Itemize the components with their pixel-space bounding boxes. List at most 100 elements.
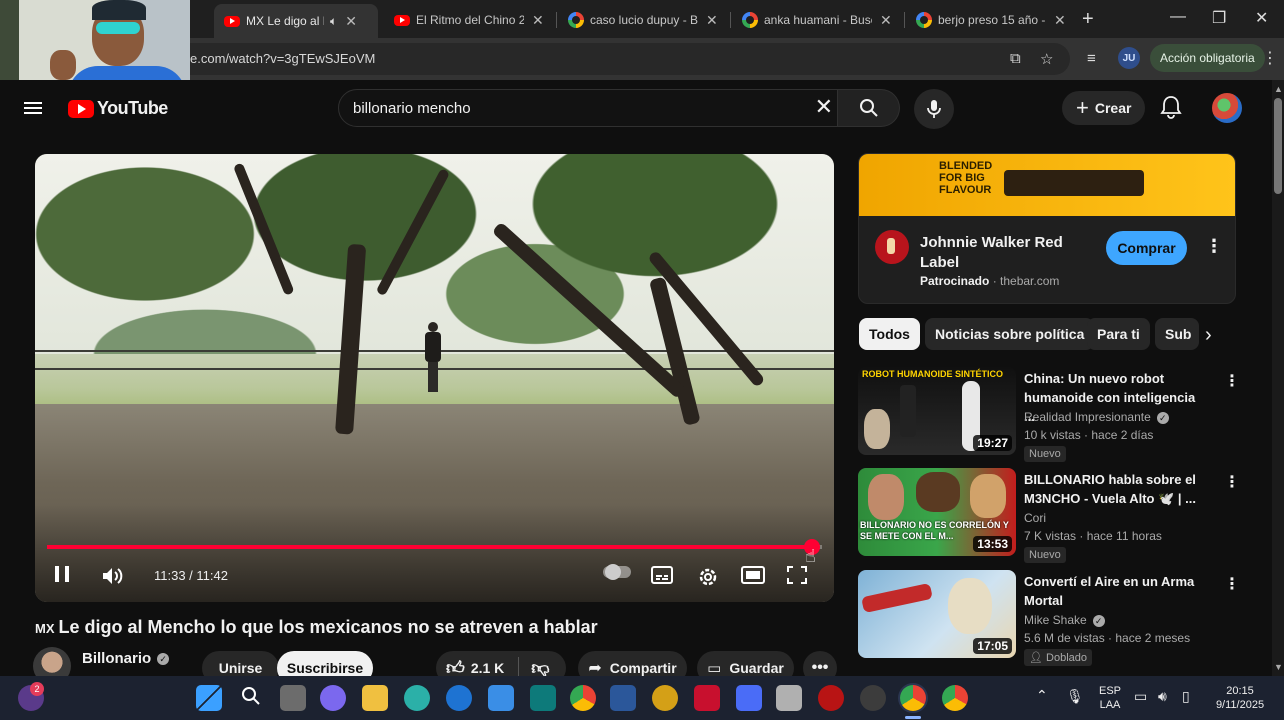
- chip-for-you[interactable]: Para ti: [1087, 318, 1150, 350]
- browser-tab[interactable]: caso lucio dupuy - Bu ✕: [558, 6, 728, 34]
- volume-tray-icon[interactable]: 🔊︎: [1158, 689, 1167, 703]
- video-more-icon[interactable]: ⋮: [1224, 371, 1240, 391]
- chat-app-icon[interactable]: [404, 685, 430, 711]
- scroll-up-icon[interactable]: ▲: [1274, 84, 1283, 94]
- microphone-tray-icon[interactable]: 🎙︎: [1066, 689, 1084, 703]
- create-button[interactable]: + Crear: [1062, 91, 1146, 125]
- hp-icon[interactable]: [446, 685, 472, 711]
- browser-menu-icon[interactable]: ⋮: [1262, 48, 1278, 68]
- search-box[interactable]: billonario mencho ✕: [338, 89, 838, 127]
- fullscreen-button[interactable]: [787, 566, 807, 584]
- related-video[interactable]: BILLONARIO NO ES CORRELÓN Y SE METE CON …: [858, 468, 1240, 563]
- settings-button[interactable]: [697, 566, 719, 588]
- page-scrollbar[interactable]: ▲ ▼: [1272, 80, 1284, 676]
- voice-search-button[interactable]: [914, 89, 954, 129]
- ad-title[interactable]: Johnnie Walker Red Label: [920, 233, 1090, 273]
- language-indicator[interactable]: ESP LAA: [1096, 684, 1124, 712]
- app-icon[interactable]: [818, 685, 844, 711]
- install-app-icon[interactable]: ⧉: [1010, 50, 1021, 67]
- upload-age: hace 2 días: [1091, 428, 1154, 442]
- user-avatar[interactable]: [1212, 93, 1242, 123]
- url-text[interactable]: e.com/watch?v=3gTEwSJEoVM: [190, 51, 375, 66]
- file-explorer-icon[interactable]: [362, 685, 388, 711]
- app-icon[interactable]: [736, 685, 762, 711]
- chip-subscriptions[interactable]: Sub: [1155, 318, 1199, 350]
- windows-start-icon[interactable]: [196, 685, 222, 711]
- video-thumbnail[interactable]: BILLONARIO NO ES CORRELÓN Y SE METE CON …: [858, 468, 1016, 556]
- ad-cta-button[interactable]: Comprar: [1106, 231, 1187, 265]
- profile-avatar[interactable]: JU: [1118, 47, 1140, 69]
- scrollbar-thumb[interactable]: [1274, 98, 1282, 194]
- browser-tab-active[interactable]: MX Le digo al Me 🔈︎ ✕: [214, 4, 378, 38]
- channel-name[interactable]: Billonario ✓: [82, 650, 170, 667]
- related-video[interactable]: ROBOT HUMANOIDE SINTÉTICO 19:27 China: U…: [858, 367, 1240, 462]
- app-icon[interactable]: [860, 685, 886, 711]
- store-icon[interactable]: [488, 685, 514, 711]
- pause-button[interactable]: [55, 566, 69, 582]
- bookmark-star-icon[interactable]: ☆: [1040, 50, 1053, 68]
- browser-tab[interactable]: berjo preso 15 año - ✕: [906, 6, 1076, 34]
- media-control-icon[interactable]: ≡: [1087, 50, 1096, 67]
- scroll-down-icon[interactable]: ▼: [1274, 662, 1283, 672]
- new-tab-icon[interactable]: +: [1082, 8, 1094, 31]
- close-window-icon[interactable]: ✕: [1255, 8, 1268, 28]
- app-icon[interactable]: [530, 685, 556, 711]
- video-thumbnail[interactable]: ROBOT HUMANOIDE SINTÉTICO 19:27: [858, 367, 1016, 455]
- chrome-icon[interactable]: [570, 685, 596, 711]
- status-badge: Nuevo: [1024, 547, 1066, 563]
- chrome-active-icon[interactable]: [900, 685, 926, 711]
- clock[interactable]: 20:15 9/11/2025: [1210, 684, 1270, 712]
- like-count[interactable]: 2.1 K: [471, 660, 504, 676]
- teams-icon[interactable]: [320, 685, 346, 711]
- sponsored-ad-card[interactable]: BLENDED FOR BIG FLAVOUR Johnnie Walker R…: [858, 153, 1236, 304]
- related-video-channel[interactable]: Mike Shake ✓: [1024, 613, 1105, 627]
- chevron-right-icon[interactable]: ›: [1205, 324, 1212, 347]
- battery-icon[interactable]: ▯: [1182, 689, 1190, 703]
- action-required-button[interactable]: Acción obligatoria: [1150, 44, 1265, 72]
- task-view-icon[interactable]: [280, 685, 306, 711]
- speaker-icon[interactable]: 🔈︎: [330, 14, 337, 29]
- search-button[interactable]: [838, 89, 900, 127]
- close-tab-icon[interactable]: ✕: [532, 12, 544, 29]
- ad-banner-image[interactable]: BLENDED FOR BIG FLAVOUR: [859, 154, 1235, 216]
- maximize-icon[interactable]: ❐: [1212, 8, 1226, 28]
- video-duration: 17:05: [973, 638, 1012, 654]
- search-input[interactable]: billonario mencho: [353, 100, 471, 117]
- related-video-title[interactable]: BILLONARIO habla sobre el M3NCHO - Vuela…: [1024, 470, 1208, 508]
- video-player[interactable]: 11:33 / 11:42 ☝︎: [35, 154, 834, 602]
- video-more-icon[interactable]: ⋮: [1224, 472, 1240, 492]
- related-video[interactable]: 17:05 Convertí el Aire en un Arma Mortal…: [858, 570, 1240, 666]
- close-tab-icon[interactable]: ✕: [880, 12, 892, 29]
- mcafee-icon[interactable]: [694, 685, 720, 711]
- minimize-icon[interactable]: —: [1170, 8, 1186, 26]
- chip-politics[interactable]: Noticias sobre política: [925, 318, 1095, 350]
- close-tab-icon[interactable]: ✕: [1054, 12, 1066, 29]
- volume-button[interactable]: [101, 566, 125, 586]
- notifications-button[interactable]: [1160, 95, 1182, 124]
- clear-search-icon[interactable]: ✕: [815, 94, 833, 120]
- subtitles-button[interactable]: [651, 566, 673, 584]
- chip-todos[interactable]: Todos: [859, 318, 920, 350]
- chrome-icon[interactable]: [942, 685, 968, 711]
- upload-age: hace 2 meses: [1115, 631, 1191, 645]
- close-tab-icon[interactable]: ✕: [706, 12, 718, 29]
- video-more-icon[interactable]: ⋮: [1224, 574, 1240, 594]
- word-icon[interactable]: [610, 685, 636, 711]
- related-video-channel[interactable]: Cori: [1024, 511, 1046, 525]
- related-video-title[interactable]: Convertí el Aire en un Arma Mortal: [1024, 572, 1208, 610]
- related-video-channel[interactable]: Realidad Impresionante ✓: [1024, 410, 1169, 424]
- autoplay-toggle[interactable]: [603, 564, 631, 580]
- theater-mode-button[interactable]: [741, 566, 765, 584]
- video-thumbnail[interactable]: 17:05: [858, 570, 1016, 658]
- tray-overflow-icon[interactable]: ⌃: [1036, 688, 1048, 702]
- browser-tab[interactable]: El Ritmo del Chino 20 ✕: [384, 6, 554, 34]
- medal-icon[interactable]: [652, 685, 678, 711]
- menu-icon[interactable]: [24, 102, 42, 114]
- browser-tab[interactable]: anka huamani - Busca ✕: [732, 6, 902, 34]
- taskbar-search-icon[interactable]: [240, 685, 266, 711]
- app-icon[interactable]: [776, 685, 802, 711]
- youtube-logo[interactable]: YouTube: [68, 98, 168, 119]
- network-icon[interactable]: ▭: [1134, 689, 1147, 703]
- ad-more-icon[interactable]: ⋮: [1205, 236, 1223, 257]
- close-tab-icon[interactable]: ✕: [345, 13, 357, 30]
